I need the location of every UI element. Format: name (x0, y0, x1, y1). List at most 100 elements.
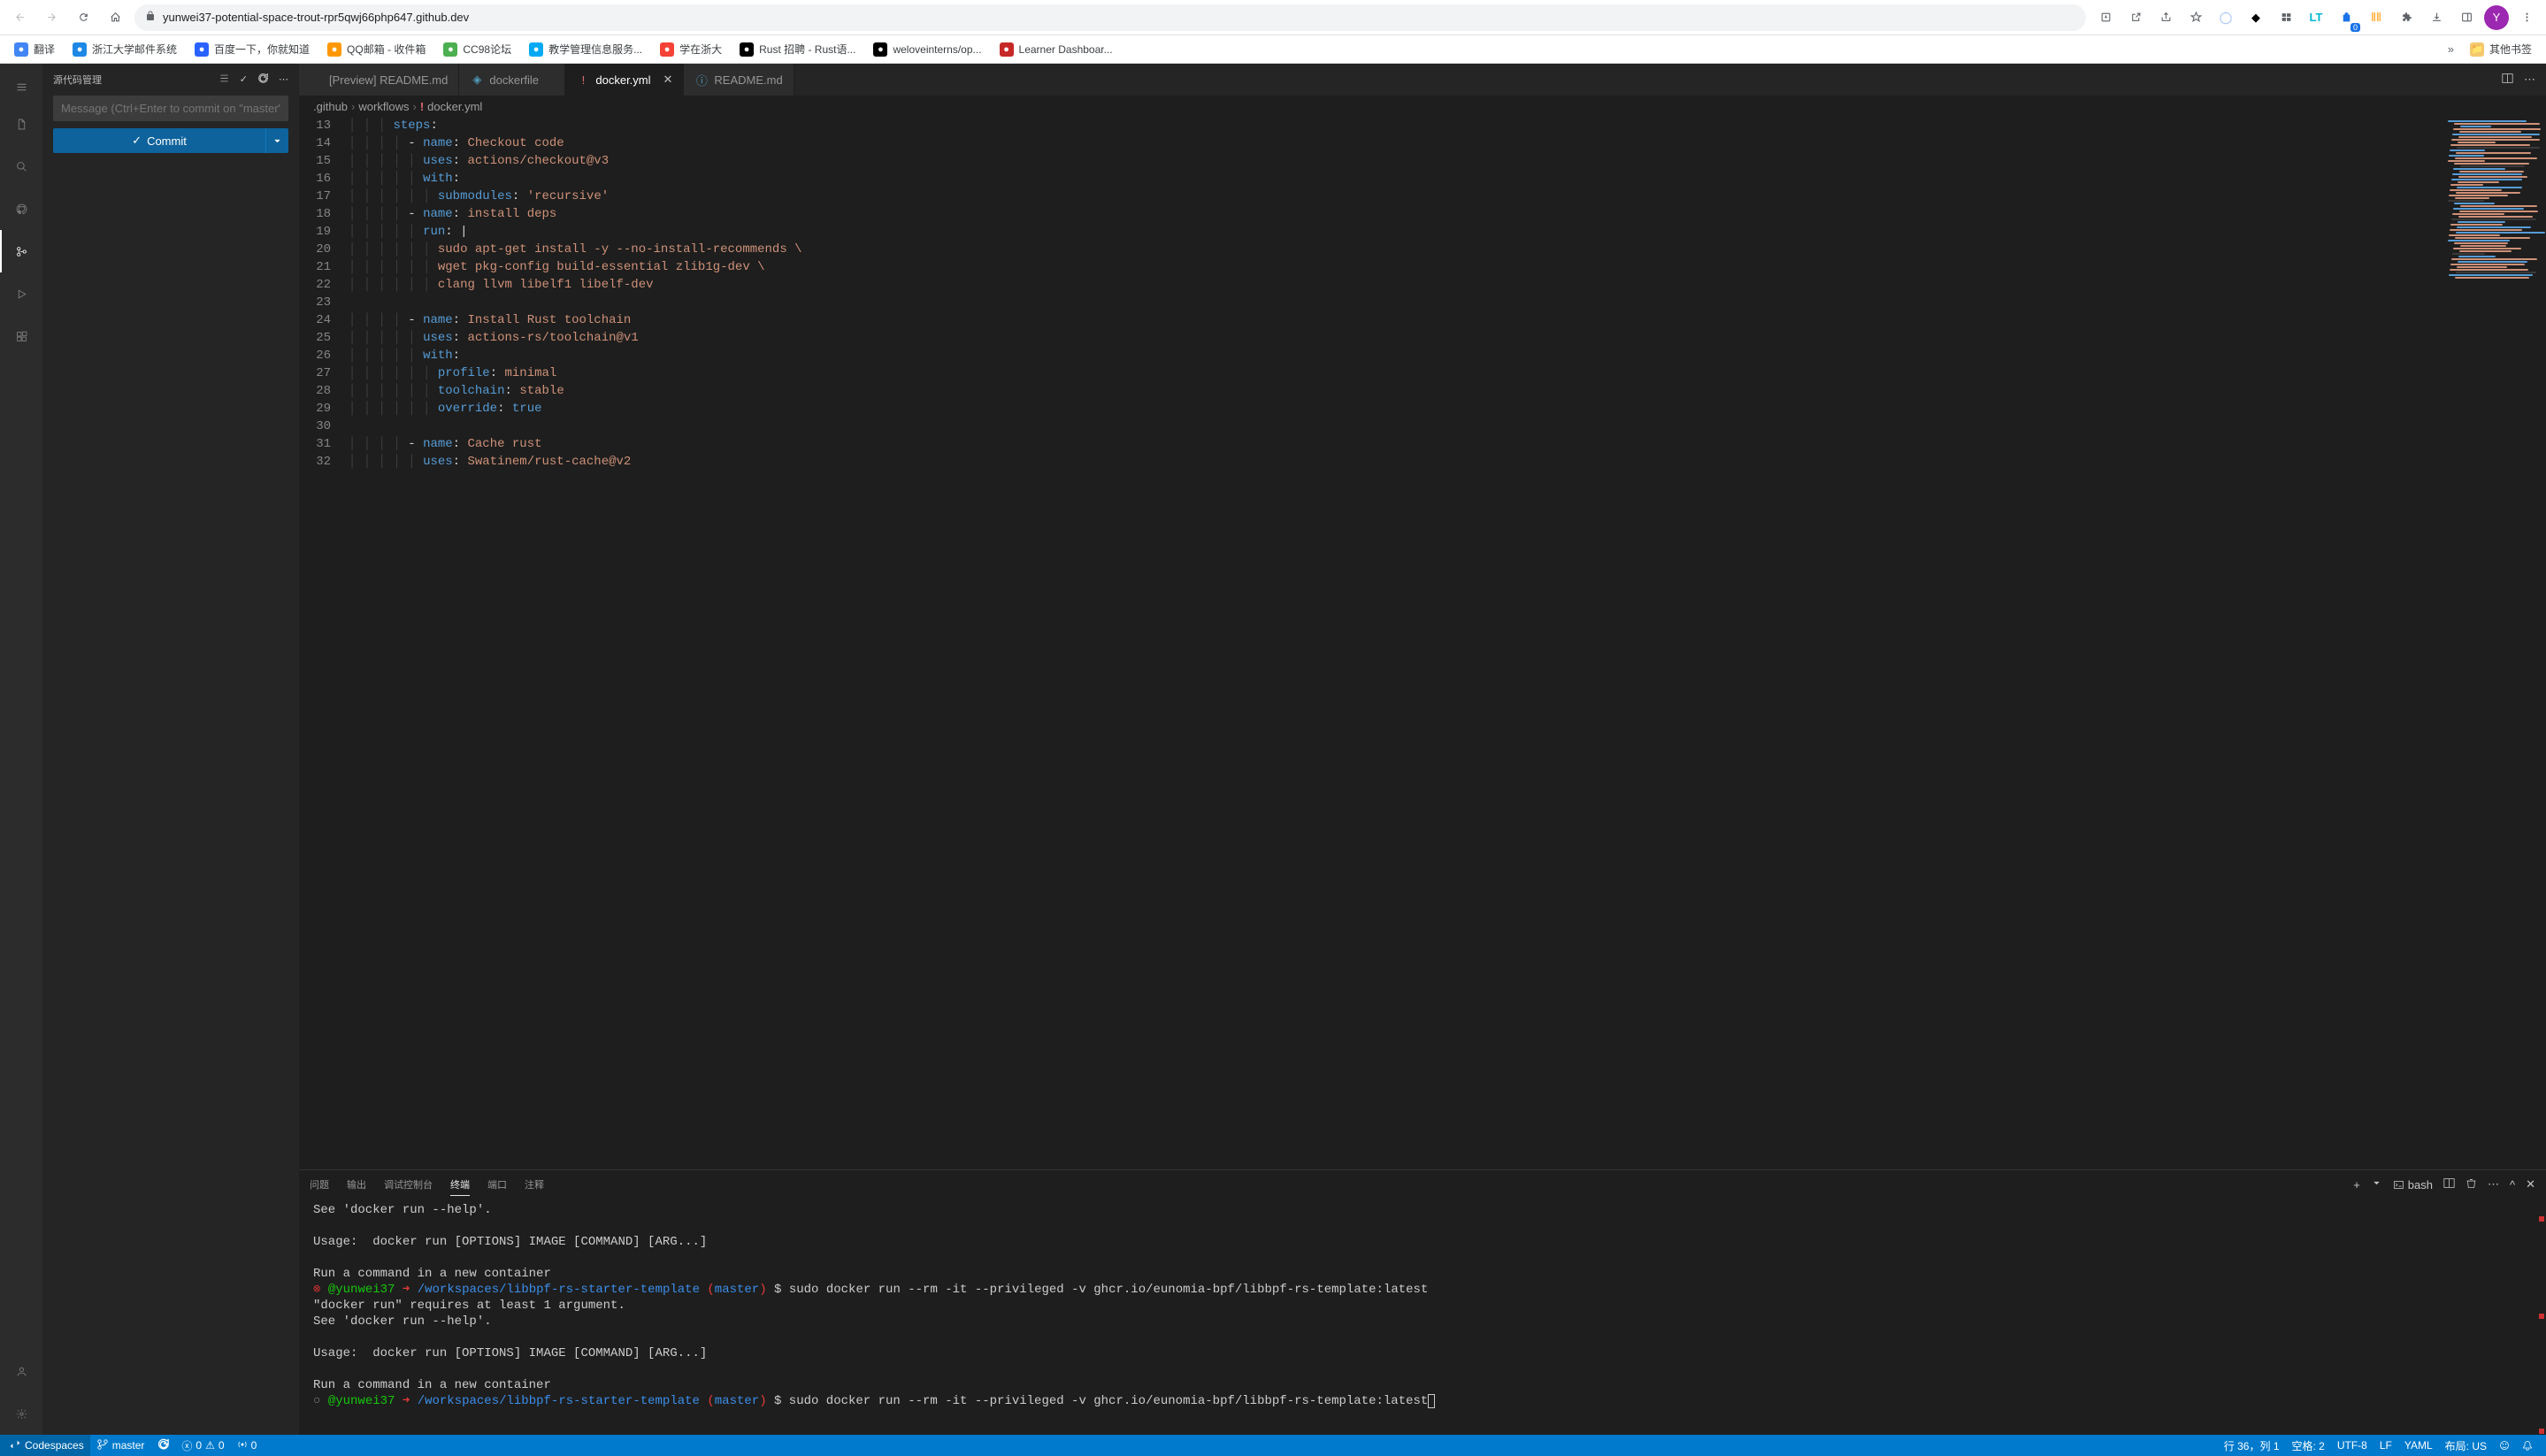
terminal[interactable]: See 'docker run --help'. Usage: docker r… (299, 1199, 2546, 1435)
more-panel-actions-icon[interactable]: ⋯ (2488, 1177, 2499, 1192)
yaml-file-icon: ! (420, 100, 424, 113)
sync-button[interactable] (150, 1435, 175, 1456)
extension-icon[interactable]: ◆ (2243, 5, 2268, 30)
commit-message-input[interactable] (53, 96, 288, 121)
split-terminal-icon[interactable] (2443, 1177, 2455, 1192)
reload-button[interactable] (71, 5, 96, 30)
open-external-icon[interactable] (2123, 5, 2148, 30)
favicon: ● (873, 42, 887, 57)
view-as-tree-icon[interactable] (219, 73, 229, 86)
file-icon: ⓘ (694, 73, 709, 87)
commit-check-icon[interactable]: ✓ (240, 73, 248, 86)
breadcrumb-segment[interactable]: workflows (358, 100, 409, 113)
more-actions-icon[interactable]: ⋯ (279, 73, 288, 86)
panel-tab[interactable]: 注释 (525, 1174, 544, 1196)
home-button[interactable] (103, 5, 127, 30)
breadcrumbs[interactable]: .github › workflows › ! docker.yml (299, 96, 2546, 117)
extension-icon[interactable]: ⦀⦀ (2364, 5, 2389, 30)
browser-navigation-bar: yunwei37-potential-space-trout-rpr5qwj66… (0, 0, 2546, 35)
language-mode-button[interactable]: YAML (2398, 1435, 2439, 1456)
panel-tab[interactable]: 问题 (310, 1174, 329, 1196)
bookmark-star-icon[interactable] (2183, 5, 2208, 30)
favicon: ● (443, 42, 457, 57)
kill-terminal-icon[interactable] (2465, 1177, 2477, 1192)
source-control-icon[interactable] (0, 230, 42, 272)
bookmark-item[interactable]: ●教学管理信息服务... (522, 38, 649, 60)
github-icon[interactable] (0, 188, 42, 230)
editor-tab[interactable]: ◈dockerfile (459, 64, 565, 96)
browser-toolbar-icons: ◯ ◆ LT 0 ⦀⦀ Y (2093, 5, 2539, 30)
ports-button[interactable]: 0 (231, 1435, 264, 1456)
split-editor-icon[interactable] (2502, 73, 2513, 87)
side-panel-icon[interactable] (2454, 5, 2479, 30)
explorer-icon[interactable] (0, 103, 42, 145)
panel-tab[interactable]: 调试控制台 (384, 1174, 433, 1196)
editor-tab[interactable]: ⓘREADME.md (684, 64, 794, 96)
breadcrumb-segment[interactable]: docker.yml (427, 100, 482, 113)
favicon: ● (1000, 42, 1014, 57)
remote-codespaces-button[interactable]: Codespaces (0, 1435, 90, 1456)
bookmark-item[interactable]: ●weloveinterns/op... (866, 39, 988, 60)
settings-gear-icon[interactable] (0, 1392, 42, 1435)
extension-icon[interactable]: ◯ (2213, 5, 2238, 30)
extension-icon[interactable]: 0 (2334, 5, 2358, 30)
bookmark-item[interactable]: ●百度一下，你就知道 (188, 38, 317, 60)
profile-avatar[interactable]: Y (2484, 5, 2509, 30)
maximize-panel-icon[interactable]: ^ (2510, 1178, 2515, 1192)
branch-icon (96, 1438, 109, 1453)
bookmark-item[interactable]: ●学在浙大 (653, 38, 729, 60)
extension-icon[interactable]: LT (2304, 5, 2328, 30)
extensions-menu-icon[interactable] (2394, 5, 2419, 30)
hamburger-menu-icon[interactable] (0, 71, 42, 103)
downloads-icon[interactable] (2424, 5, 2449, 30)
panel-tab[interactable]: 输出 (347, 1174, 366, 1196)
bookmark-item[interactable]: ●QQ邮箱 - 收件箱 (320, 38, 433, 60)
status-bar: Codespaces master ⓧ0 ⚠0 0 行 36，列 1 空格: 2… (0, 1435, 2546, 1456)
share-icon[interactable] (2153, 5, 2178, 30)
lock-icon (145, 11, 156, 24)
address-bar[interactable]: yunwei37-potential-space-trout-rpr5qwj66… (134, 4, 2086, 31)
bookmark-item[interactable]: ●翻译 (7, 38, 62, 60)
favicon: ● (660, 42, 674, 57)
refresh-icon[interactable] (258, 73, 268, 86)
search-icon[interactable] (0, 145, 42, 188)
other-bookmarks-folder[interactable]: 📁 其他书签 (2463, 38, 2539, 60)
chrome-menu-icon[interactable] (2514, 5, 2539, 30)
back-button[interactable] (7, 5, 32, 30)
terminal-dropdown-icon[interactable] (2371, 1177, 2382, 1192)
close-panel-icon[interactable]: ✕ (2526, 1177, 2535, 1192)
terminal-profile-icon[interactable]: bash (2393, 1178, 2433, 1192)
run-debug-icon[interactable] (0, 272, 42, 315)
commit-button[interactable]: ✓ Commit (53, 128, 265, 153)
bookmark-item[interactable]: ●CC98论坛 (436, 38, 518, 60)
minimap[interactable] (2440, 117, 2546, 1169)
layout-button[interactable]: 布局: US (2439, 1435, 2493, 1456)
notifications-icon[interactable] (2516, 1435, 2539, 1456)
feedback-icon[interactable] (2493, 1435, 2516, 1456)
indentation-button[interactable]: 空格: 2 (2286, 1435, 2331, 1456)
forward-button[interactable] (39, 5, 64, 30)
problems-button[interactable]: ⓧ0 ⚠0 (175, 1435, 230, 1456)
eol-button[interactable]: LF (2373, 1435, 2398, 1456)
extension-icon[interactable] (2274, 5, 2298, 30)
more-editor-actions-icon[interactable]: ⋯ (2524, 73, 2535, 87)
accounts-icon[interactable] (0, 1350, 42, 1392)
breadcrumb-segment[interactable]: .github (313, 100, 348, 113)
panel-tab[interactable]: 终端 (450, 1174, 470, 1196)
bookmark-item[interactable]: ●Rust 招聘 - Rust语... (732, 38, 863, 60)
git-branch-button[interactable]: master (90, 1435, 151, 1456)
bookmarks-overflow[interactable]: » (2442, 42, 2459, 56)
cursor-position[interactable]: 行 36，列 1 (2218, 1435, 2286, 1456)
panel-tab[interactable]: 端口 (487, 1174, 507, 1196)
close-tab-icon[interactable]: ✕ (663, 73, 673, 87)
editor-tab[interactable]: [Preview] README.md (299, 64, 459, 96)
commit-dropdown-button[interactable] (265, 128, 288, 153)
new-terminal-icon[interactable]: + (2353, 1178, 2360, 1192)
encoding-button[interactable]: UTF-8 (2331, 1435, 2373, 1456)
editor-tab[interactable]: !docker.yml✕ (565, 64, 684, 96)
extensions-icon[interactable] (0, 315, 42, 357)
code-editor[interactable]: 1314151617181920212223242526272829303132… (299, 117, 2546, 1169)
bookmark-item[interactable]: ●浙江大学邮件系统 (65, 38, 184, 60)
install-app-icon[interactable] (2093, 5, 2118, 30)
bookmark-item[interactable]: ●Learner Dashboar... (993, 39, 1120, 60)
